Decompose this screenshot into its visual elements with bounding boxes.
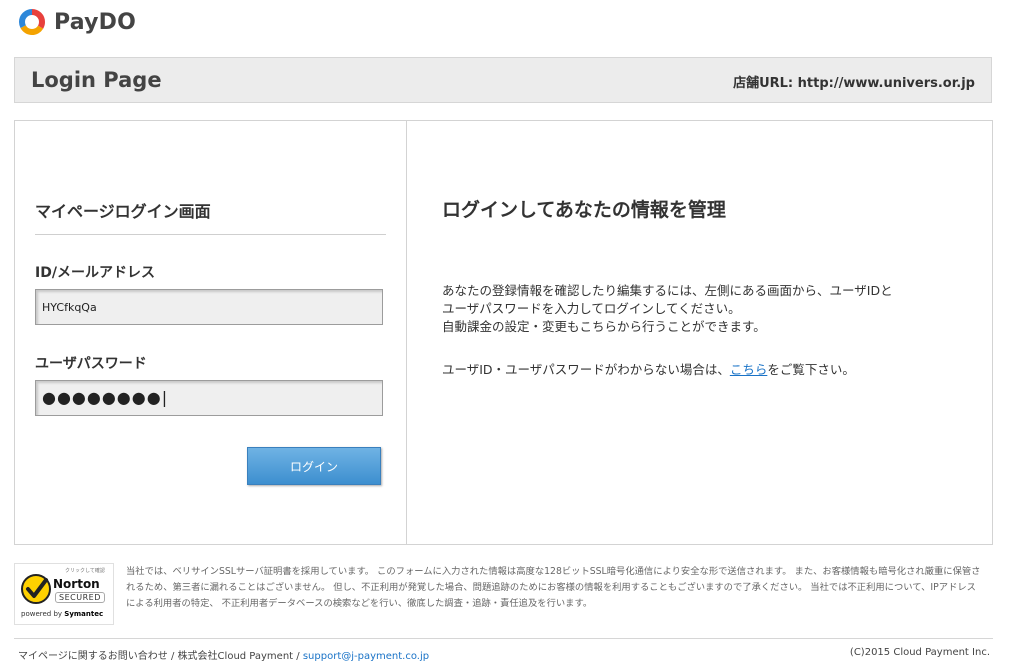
footer-rule bbox=[14, 638, 993, 639]
norton-powered-by: powered by Symantec bbox=[21, 610, 104, 618]
heading-rule bbox=[35, 234, 386, 235]
footer-contact: マイページに関するお問い合わせ / 株式会社Cloud Payment / su… bbox=[18, 651, 430, 662]
main-panel: マイページログイン画面 ID/メールアドレス ユーザパスワード ●●●●●●●●… bbox=[14, 120, 993, 545]
id-label: ID/メールアドレス bbox=[35, 265, 155, 281]
paydo-logo[interactable]: PayDO bbox=[18, 8, 136, 36]
ssl-disclaimer: 当社では、ベリサインSSLサーバ証明書を採用しています。 このフォームに入力され… bbox=[126, 566, 981, 609]
paydo-logo-icon bbox=[19, 9, 45, 35]
norton-click-text: クリックして確認 bbox=[65, 568, 105, 574]
help-text: ユーザID・ユーザパスワードがわからない場合は、こちらをご覧下さい。 bbox=[442, 361, 962, 379]
help-text-before: ユーザID・ユーザパスワードがわからない場合は、 bbox=[442, 362, 730, 377]
footer-contact-text: マイページに関するお問い合わせ bbox=[18, 651, 168, 662]
shop-url: 店舗URL: http://www.univers.or.jp bbox=[733, 76, 975, 91]
info-heading: ログインしてあなたの情報を管理 bbox=[442, 199, 726, 221]
norton-secured-badge[interactable]: クリックして確認 Norton SECURED powered by Syman… bbox=[14, 563, 114, 625]
help-text-after: をご覧下さい。 bbox=[767, 362, 855, 377]
footer-copyright: (C)2015 Cloud Payment Inc. bbox=[849, 647, 990, 658]
info-paragraph: あなたの登録情報を確認したり編集するには、左側にある画面から、ユーザIDと ユー… bbox=[442, 282, 962, 336]
info-line: あなたの登録情報を確認したり編集するには、左側にある画面から、ユーザIDと bbox=[442, 283, 893, 298]
panel-divider bbox=[406, 121, 407, 544]
help-link[interactable]: こちら bbox=[730, 362, 768, 377]
id-input[interactable] bbox=[35, 289, 383, 325]
login-button[interactable]: ログイン bbox=[247, 447, 381, 485]
footer-company: 株式会社Cloud Payment bbox=[177, 651, 294, 662]
info-line: 自動課金の設定・変更もこちらから行うことができます。 bbox=[442, 319, 766, 334]
info-line: ユーザパスワードを入力してログインしてください。 bbox=[442, 301, 741, 316]
norton-name: Norton bbox=[53, 577, 100, 591]
brand-name: PayDO bbox=[54, 9, 137, 35]
norton-check-icon bbox=[21, 574, 51, 604]
norton-secured-text: SECURED bbox=[55, 592, 105, 603]
header-bar: Login Page 店舗URL: http://www.univers.or.… bbox=[14, 57, 992, 103]
footer-email-link[interactable]: support@j-payment.co.jp bbox=[303, 651, 429, 662]
password-input[interactable]: ●●●●●●●●| bbox=[35, 380, 383, 416]
login-heading: マイページログイン画面 bbox=[35, 202, 211, 221]
page-title: Login Page bbox=[31, 68, 162, 92]
password-label: ユーザパスワード bbox=[35, 356, 147, 372]
